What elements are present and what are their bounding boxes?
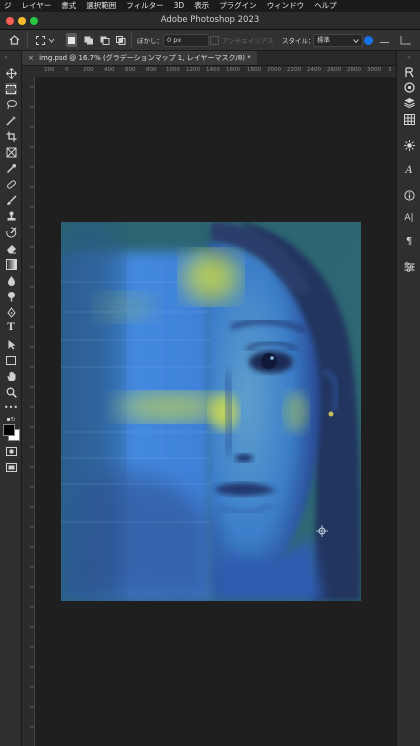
crop-icon[interactable]	[5, 130, 17, 142]
ruler-mark: 200	[44, 67, 55, 73]
frame-icon[interactable]	[5, 146, 17, 158]
style-label: スタイル：	[282, 37, 315, 45]
properties-icon[interactable]	[403, 261, 415, 273]
width-field[interactable]	[380, 33, 389, 47]
layers-icon[interactable]	[403, 96, 415, 108]
marquee-icon[interactable]	[5, 83, 17, 95]
menu-item-help[interactable]: ヘルプ	[310, 0, 343, 12]
document-tab[interactable]: × img.psd @ 16.7% (グラデーションマップ 1, レイヤーマスク…	[22, 51, 257, 65]
foreground-color-swatch[interactable]	[3, 424, 15, 436]
dock-collapse-icon[interactable]: «	[407, 54, 411, 61]
panel-collapse-icon[interactable]: »	[4, 54, 8, 61]
height-field[interactable]	[398, 33, 412, 47]
vertical-ruler[interactable]	[22, 77, 35, 746]
tab-close-icon[interactable]: ×	[28, 54, 34, 62]
menu-item-filter[interactable]: フィルター	[122, 0, 169, 12]
menu-item-select[interactable]: 選択範囲	[82, 0, 122, 12]
shape-icon[interactable]	[5, 354, 17, 366]
color-icon[interactable]	[403, 81, 415, 93]
eyedropper-icon[interactable]	[5, 162, 17, 174]
options-bar: ぼかし： 0 px アンチエイリアス スタイル： 標準	[0, 30, 420, 51]
channels-icon[interactable]	[403, 113, 415, 125]
menu-item-view[interactable]: 表示	[190, 0, 215, 12]
document-tab-bar: × img.psd @ 16.7% (グラデーションマップ 1, レイヤーマスク…	[22, 51, 396, 66]
blur-icon[interactable]	[5, 274, 17, 286]
move-icon[interactable]	[5, 67, 17, 79]
crosshair-cursor-icon	[316, 522, 328, 537]
ruler-mark: 1600	[226, 67, 240, 73]
zoom-icon[interactable]	[5, 386, 17, 398]
pen-icon[interactable]	[5, 306, 17, 318]
eraser-icon[interactable]	[5, 242, 17, 254]
menu-item-layer[interactable]: レイヤー	[18, 0, 58, 12]
width-height-toggle[interactable]	[364, 33, 373, 47]
intersect-selection-icon[interactable]	[116, 33, 126, 47]
chevron-down-icon	[353, 38, 359, 43]
menu-bar: ジ レイヤー 書式 選択範囲 フィルター 3D 表示 プラグイン ウィンドウ ヘ…	[0, 0, 420, 12]
hand-icon[interactable]	[5, 370, 17, 382]
ruler-mark: 2800	[347, 67, 361, 73]
ruler-origin[interactable]	[22, 66, 35, 77]
style-value: 標準	[317, 35, 330, 44]
type-icon[interactable]: T	[5, 322, 17, 334]
ruler-mark: 3000	[367, 67, 381, 73]
lasso-icon[interactable]	[5, 98, 17, 110]
history-icon[interactable]	[403, 66, 415, 78]
panel-dock: « A A| ¶	[396, 51, 420, 746]
style-select[interactable]: 標準	[313, 33, 363, 47]
document-image[interactable]	[61, 222, 361, 601]
menu-item-3d[interactable]: 3D	[170, 0, 191, 12]
menu-item-window[interactable]: ウィンドウ	[263, 0, 311, 12]
ruler-mark: 3	[388, 67, 392, 73]
quick-mask-icon[interactable]	[5, 446, 17, 458]
ruler-mark: 2600	[327, 67, 341, 73]
character-icon[interactable]: A|	[403, 212, 415, 224]
tools-panel: » T ••• ▪↻	[0, 51, 22, 746]
ruler-mark: 1400	[206, 67, 220, 73]
menu-item-plugins[interactable]: プラグイン	[215, 0, 263, 12]
healing-brush-icon[interactable]	[5, 178, 17, 190]
gradient-icon[interactable]	[5, 258, 17, 270]
adjustments-icon[interactable]	[403, 139, 415, 151]
paragraph-icon[interactable]: ¶	[403, 235, 415, 247]
ruler-mark: 600	[125, 67, 136, 73]
history-brush-icon[interactable]	[5, 226, 17, 238]
feather-value[interactable]: 0 px	[163, 33, 209, 47]
feather-label: ぼかし：	[137, 37, 163, 45]
marquee-preset-icon[interactable]	[36, 33, 55, 47]
portrait-image	[61, 222, 361, 601]
info-icon[interactable]	[403, 189, 415, 201]
ruler-mark: 400	[104, 67, 115, 73]
more-tools-icon[interactable]: •••	[4, 402, 18, 414]
brush-icon[interactable]	[5, 194, 17, 206]
glyphs-icon[interactable]: A	[403, 164, 415, 176]
dodge-icon[interactable]	[5, 290, 17, 302]
subtract-selection-icon[interactable]	[100, 33, 110, 47]
home-icon[interactable]	[9, 33, 20, 47]
ruler-mark: 1000	[166, 67, 180, 73]
new-selection-icon[interactable]	[66, 33, 77, 47]
path-select-icon[interactable]	[5, 338, 17, 350]
window-title: Adobe Photoshop 2023	[160, 15, 260, 25]
ruler-mark: 0	[65, 67, 69, 73]
menu-item-type[interactable]: 書式	[57, 0, 82, 12]
title-bar: Adobe Photoshop 2023	[0, 12, 420, 30]
screen-mode-icon[interactable]	[5, 462, 17, 474]
ruler-mark: 1200	[186, 67, 200, 73]
clone-stamp-icon[interactable]	[5, 210, 17, 222]
ruler-mark: 200	[83, 67, 94, 73]
menu-item-partial[interactable]: ジ	[0, 0, 18, 12]
ruler-mark: 2400	[307, 67, 321, 73]
antialias-label: アンチエイリアス	[222, 37, 274, 45]
add-selection-icon[interactable]	[84, 33, 94, 47]
ruler-mark: 2000	[267, 67, 281, 73]
feather-field[interactable]: 0 px	[163, 33, 209, 47]
ruler-mark: 800	[146, 67, 157, 73]
ruler-mark: 2200	[287, 67, 301, 73]
ruler-mark: 1800	[247, 67, 261, 73]
antialias-checkbox[interactable]: アンチエイリアス	[210, 33, 274, 47]
document-tab-label: img.psd @ 16.7% (グラデーションマップ 1, レイヤーマスク/8…	[39, 54, 251, 62]
magic-wand-icon[interactable]	[5, 114, 17, 126]
